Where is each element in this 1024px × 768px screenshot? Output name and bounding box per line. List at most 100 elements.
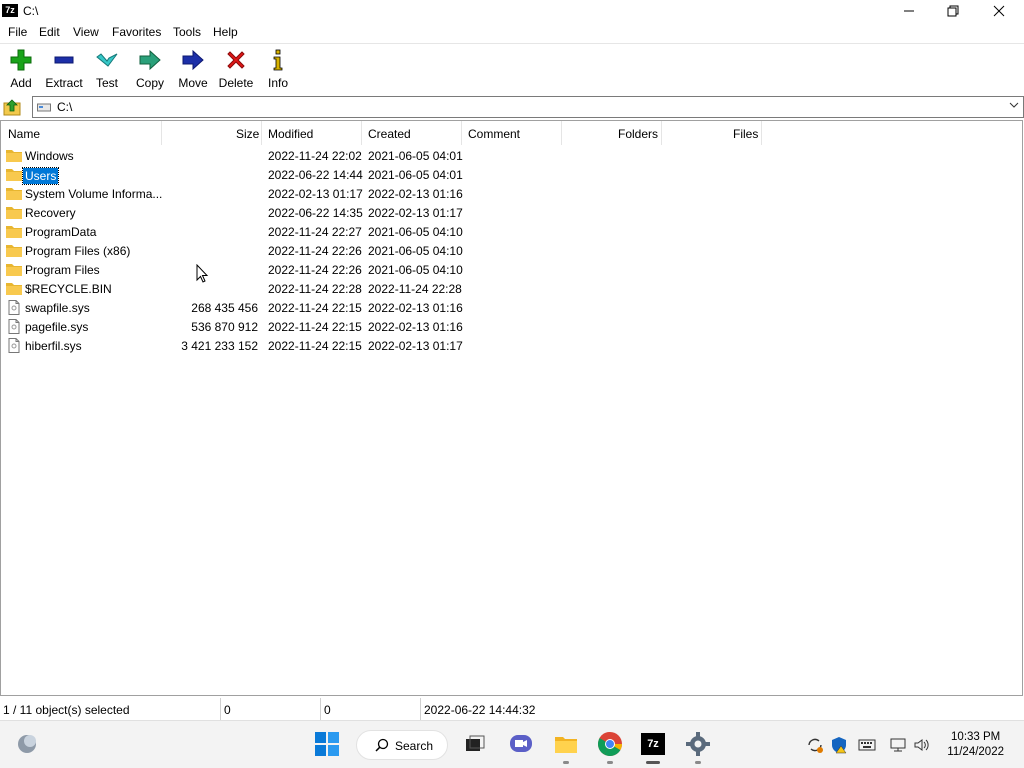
- title-bar: 7z C:\: [0, 0, 1024, 22]
- folder-icon: [6, 207, 22, 219]
- status-divider: [320, 698, 321, 720]
- address-bar: C:\: [0, 96, 1024, 118]
- file-created: 2021-06-05 04:01: [368, 168, 463, 182]
- file-size: 536 870 912: [191, 320, 258, 334]
- address-input[interactable]: C:\: [32, 96, 1024, 118]
- chat-icon[interactable]: [508, 731, 534, 757]
- info-icon: [273, 49, 283, 71]
- info-button[interactable]: Info: [266, 48, 290, 92]
- menu-view[interactable]: View: [73, 25, 99, 39]
- file-modified: 2022-02-13 01:17: [268, 187, 363, 201]
- file-row[interactable]: ProgramData 2022-11-24 22:27 2021-06-05 04…: [1, 223, 761, 242]
- file-name: Recovery: [25, 206, 76, 220]
- menu-favorites[interactable]: Favorites: [112, 25, 161, 39]
- move-button[interactable]: Move: [177, 48, 209, 92]
- up-folder-button[interactable]: [3, 97, 23, 117]
- close-icon: [993, 5, 1005, 17]
- file-row[interactable]: $RECYCLE.BIN 2022-11-24 22:28 2022-11-24 2…: [1, 280, 761, 299]
- network-icon[interactable]: [889, 736, 907, 754]
- file-size: 268 435 456: [191, 301, 258, 315]
- status-divider: [420, 698, 421, 720]
- menu-bar: File Edit View Favorites Tools Help: [0, 22, 1024, 43]
- file-row[interactable]: pagefile.sys 536 870 912 2022-11-24 22:15 2…: [1, 318, 761, 337]
- close-button[interactable]: [976, 0, 1022, 22]
- copy-button[interactable]: Copy: [135, 48, 165, 92]
- column-divider[interactable]: [161, 121, 162, 145]
- column-divider[interactable]: [361, 121, 362, 145]
- column-modified[interactable]: Modified: [268, 127, 313, 141]
- test-label: Test: [95, 76, 118, 90]
- file-modified: 2022-11-24 22:27: [268, 225, 362, 239]
- column-divider[interactable]: [761, 121, 762, 145]
- menu-tools[interactable]: Tools: [173, 25, 201, 39]
- keyboard-icon[interactable]: [858, 736, 876, 754]
- file-name: Program Files: [25, 263, 100, 277]
- file-name: swapfile.sys: [25, 301, 90, 315]
- file-list[interactable]: Name Size Modified Created Comment Folde…: [0, 120, 1023, 696]
- task-view-icon[interactable]: [462, 731, 488, 757]
- settings-gear-icon[interactable]: [685, 731, 711, 757]
- file-row[interactable]: System Volume Informa... 2022-02-13 01:17…: [1, 185, 761, 204]
- column-size[interactable]: Size: [236, 127, 259, 141]
- file-created: 2022-02-13 01:16: [368, 320, 463, 334]
- folder-icon: [6, 226, 22, 238]
- menu-edit[interactable]: Edit: [39, 25, 60, 39]
- chevron-down-icon[interactable]: [1009, 100, 1019, 110]
- column-divider[interactable]: [561, 121, 562, 145]
- status-modified: 2022-06-22 14:44:32: [424, 703, 536, 717]
- address-path: C:\: [57, 100, 73, 114]
- status-bar: 1 / 11 object(s) selected 0 0 2022-06-22…: [0, 698, 1024, 720]
- folder-icon: [6, 283, 22, 295]
- sync-icon[interactable]: [806, 736, 824, 754]
- taskbar-search[interactable]: Search: [356, 730, 448, 760]
- file-modified: 2022-11-24 22:02: [268, 149, 362, 163]
- file-row[interactable]: Windows 2022-11-24 22:02 2021-06-05 04:01: [1, 147, 761, 166]
- 7zip-app-icon[interactable]: 7z: [2, 4, 18, 17]
- search-label: Search: [395, 739, 434, 753]
- column-files[interactable]: Files: [733, 127, 758, 141]
- test-button[interactable]: Test: [94, 48, 120, 92]
- file-row[interactable]: Program Files 2022-11-24 22:26 2021-06-05 …: [1, 261, 761, 280]
- file-modified: 2022-11-24 22:15: [268, 320, 362, 334]
- file-row[interactable]: swapfile.sys 268 435 456 2022-11-24 22:15 2…: [1, 299, 761, 318]
- file-row[interactable]: Program Files (x86) 2022-11-24 22:26 2021-…: [1, 242, 761, 261]
- windows-start-icon[interactable]: [314, 731, 340, 757]
- minimize-button[interactable]: [886, 0, 932, 22]
- file-name: Users: [21, 167, 60, 185]
- volume-icon[interactable]: [913, 736, 931, 754]
- security-shield-icon[interactable]: [830, 736, 848, 754]
- add-button[interactable]: Add: [6, 48, 36, 92]
- menu-help[interactable]: Help: [213, 25, 238, 39]
- file-created: 2021-06-05 04:10: [368, 225, 463, 239]
- drive-icon: [37, 103, 51, 112]
- move-label: Move: [178, 76, 208, 90]
- file-row[interactable]: hiberfil.sys 3 421 233 152 2022-11-24 22:1…: [1, 337, 761, 356]
- column-divider[interactable]: [261, 121, 262, 145]
- weather-widget-icon[interactable]: [14, 731, 40, 757]
- maximize-button[interactable]: [930, 0, 976, 22]
- column-comment[interactable]: Comment: [468, 127, 520, 141]
- file-modified: 2022-06-22 14:35: [268, 206, 363, 220]
- extract-button[interactable]: Extract: [44, 48, 84, 92]
- menu-file[interactable]: File: [8, 25, 27, 39]
- file-name: $RECYCLE.BIN: [25, 282, 112, 296]
- delete-label: Delete: [218, 76, 254, 90]
- file-explorer-icon[interactable]: [553, 731, 579, 757]
- running-indicator: [607, 761, 613, 764]
- file-row[interactable]: Users 2022-06-22 14:44 2021-06-05 04:01: [1, 166, 761, 185]
- file-row[interactable]: Recovery 2022-06-22 14:35 2022-02-13 01:17: [1, 204, 761, 223]
- column-folders[interactable]: Folders: [618, 127, 658, 141]
- move-arrow-icon: [182, 49, 204, 71]
- file-created: 2022-02-13 01:16: [368, 301, 463, 315]
- column-name[interactable]: Name: [8, 127, 40, 141]
- up-folder-icon: [3, 99, 21, 116]
- chrome-icon[interactable]: [597, 731, 623, 757]
- column-divider[interactable]: [461, 121, 462, 145]
- column-divider[interactable]: [661, 121, 662, 145]
- extract-icon: [54, 56, 74, 64]
- system-clock[interactable]: 10:33 PM 11/24/2022: [947, 730, 1004, 760]
- 7zip-taskbar-icon[interactable]: 7z: [641, 733, 665, 755]
- column-created[interactable]: Created: [368, 127, 411, 141]
- system-file-icon: [8, 319, 20, 334]
- delete-button[interactable]: Delete: [218, 48, 254, 92]
